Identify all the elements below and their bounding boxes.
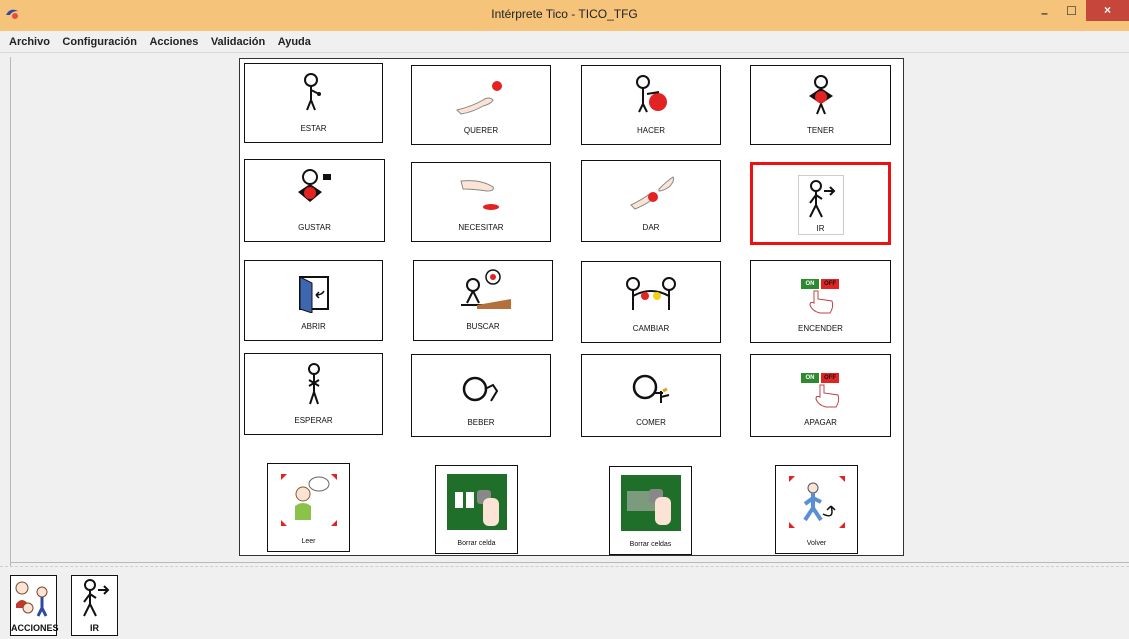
cell-label: ESTAR [300, 124, 327, 133]
cell-label: GUSTAR [298, 223, 331, 232]
cell-label: DAR [642, 223, 660, 232]
borrar-celda-button[interactable]: Borrar celda [435, 465, 518, 554]
borrar-celdas-icon [621, 475, 681, 531]
borrar-celdas-label: Borrar celdas [629, 541, 672, 548]
tener-icon [808, 75, 833, 115]
cambiar-icon [626, 277, 676, 310]
dar-icon [630, 176, 674, 210]
cell-label: ABRIR [301, 322, 326, 331]
cell-querer[interactable]: QUERER [411, 65, 551, 145]
cell-cambiar[interactable]: CAMBIAR [581, 261, 721, 343]
ir-icon [808, 180, 835, 218]
cell-hacer[interactable]: HACER [581, 65, 721, 145]
leer-icon [281, 474, 337, 526]
necesitar-icon [460, 180, 499, 210]
pointing-hand-icon [815, 384, 840, 408]
minimize-button[interactable]: – [1031, 6, 1058, 27]
off-switch-icon: OFF [821, 279, 839, 289]
on-switch-icon: ON [801, 279, 819, 289]
close-button[interactable]: × [1086, 0, 1129, 21]
menu-configuracion[interactable]: Configuración [62, 31, 137, 48]
off-switch-icon: OFF [821, 373, 839, 383]
maximize-button[interactable]: ☐ [1058, 4, 1085, 25]
menu-ayuda[interactable]: Ayuda [278, 31, 311, 48]
cell-label: ENCENDER [798, 324, 843, 333]
menu-validacion[interactable]: Validación [211, 31, 265, 48]
volver-button[interactable]: Volver [775, 465, 858, 554]
cell-estar[interactable]: ESTAR [244, 63, 383, 143]
cell-necesitar[interactable]: NECESITAR [411, 162, 551, 242]
leer-button[interactable]: Leer [267, 463, 350, 552]
cell-encender[interactable]: ON OFF ENCENDER [750, 260, 891, 343]
cell-dar[interactable]: DAR [581, 160, 721, 242]
borrar-celda-icon [447, 474, 507, 530]
hacer-icon [636, 75, 667, 113]
borrar-celda-label: Borrar celda [457, 540, 496, 547]
cell-gustar[interactable]: GUSTAR [244, 159, 385, 242]
cell-label: HACER [636, 126, 665, 135]
cell-label: APAGAR [804, 418, 837, 427]
cell-label: QUERER [463, 126, 499, 135]
esperar-icon [307, 363, 320, 405]
estar-icon [303, 73, 321, 111]
cell-apagar[interactable]: ON OFF APAGAR [750, 354, 891, 437]
history-label: ACCIONES [11, 623, 59, 633]
ir-icon [83, 579, 110, 617]
abrir-icon [298, 276, 329, 313]
pointing-hand-icon [809, 290, 834, 314]
on-switch-icon: ON [801, 373, 819, 383]
cell-label: IR [816, 224, 825, 233]
history-item-acciones[interactable]: ACCIONES [10, 575, 59, 636]
leer-label: Leer [301, 538, 316, 545]
cell-ir[interactable]: IR [750, 162, 891, 245]
cell-label: BEBER [467, 418, 495, 427]
cell-label: TENER [806, 126, 835, 135]
history-bar: ACCIONES IR [0, 566, 1129, 639]
querer-icon [456, 81, 502, 115]
cell-tener[interactable]: TENER [750, 65, 891, 145]
volver-label: Volver [806, 540, 827, 547]
cell-esperar[interactable]: ESPERAR [244, 353, 383, 435]
title-bar: Intérprete Tico - TICO_TFG – ☐ × [0, 0, 1129, 31]
volver-icon [789, 476, 845, 528]
cell-buscar[interactable]: BUSCAR [413, 260, 553, 341]
gustar-icon [297, 169, 331, 202]
cell-beber[interactable]: BEBER [411, 354, 551, 437]
cell-label: BUSCAR [466, 322, 500, 331]
menu-archivo[interactable]: Archivo [9, 31, 50, 48]
buscar-icon [461, 269, 511, 309]
borrar-celdas-button[interactable]: Borrar celdas [609, 466, 692, 555]
history-item-ir[interactable]: IR [71, 575, 118, 636]
cell-abrir[interactable]: ABRIR [244, 260, 383, 341]
comer-icon [632, 374, 670, 403]
cell-label: CAMBIAR [632, 324, 670, 333]
cell-label: NECESITAR [458, 223, 504, 232]
menu-acciones[interactable]: Acciones [149, 31, 198, 48]
cell-label: ESPERAR [294, 416, 333, 425]
pictogram-board: ESTAR QUERER HACER TENER GUSTAR NECESITA… [239, 58, 904, 556]
acciones-icon [15, 581, 48, 617]
window-title: Intérprete Tico - TICO_TFG [491, 7, 638, 21]
cell-comer[interactable]: COMER [581, 354, 721, 437]
cell-label: COMER [636, 418, 666, 427]
menu-bar: Archivo Configuración Acciones Validació… [0, 31, 1129, 53]
history-label: IR [90, 623, 99, 633]
beber-icon [462, 376, 499, 402]
